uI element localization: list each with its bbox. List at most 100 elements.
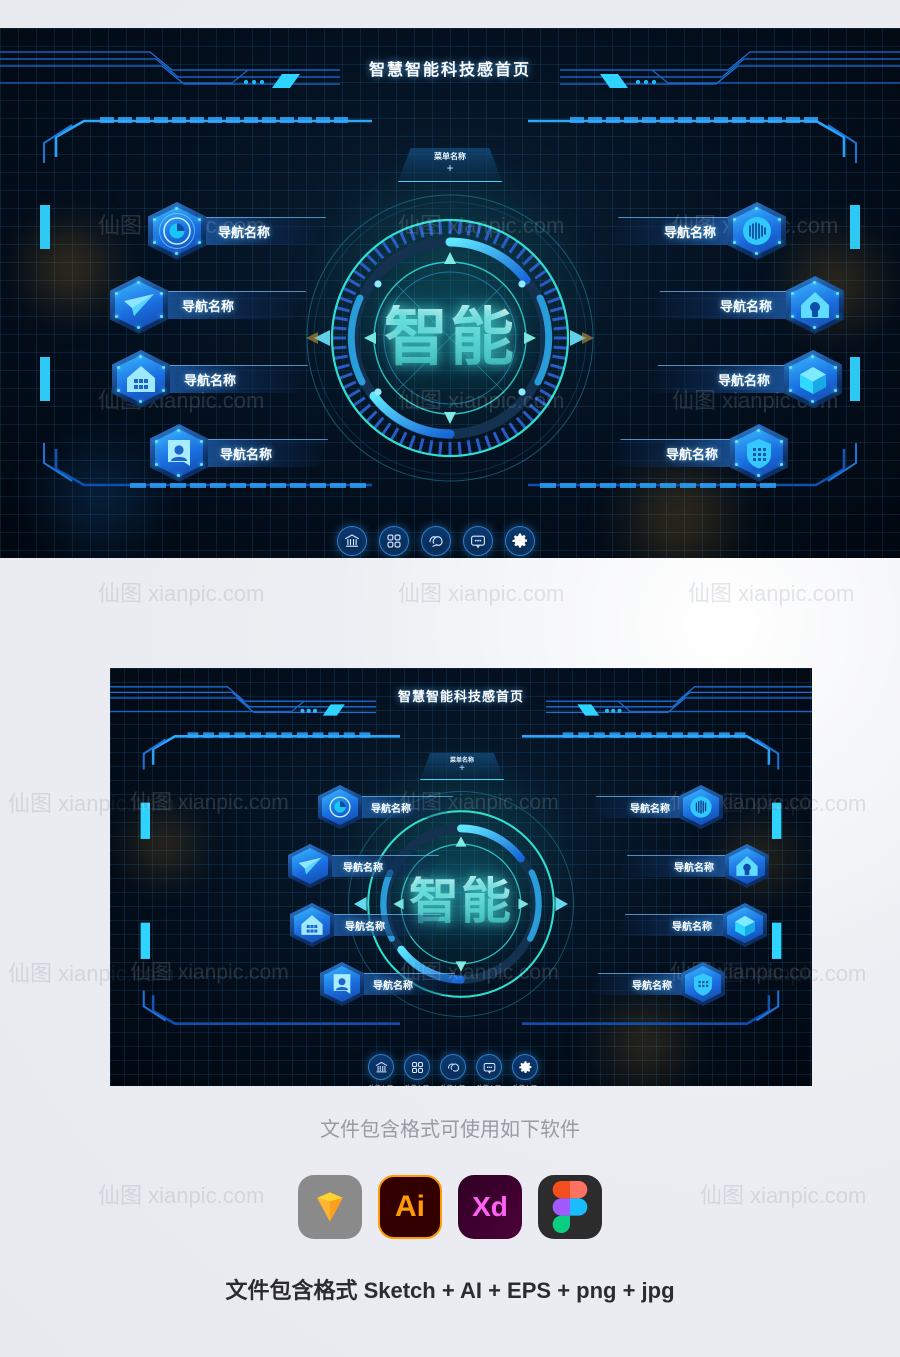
nav-pill[interactable]: 导航名称 bbox=[616, 914, 732, 936]
hex-dot bbox=[757, 474, 760, 477]
function-entry-4[interactable]: 功能入口 bbox=[463, 526, 493, 558]
nav-right-item-1[interactable]: 导航名称 bbox=[588, 785, 723, 829]
nav-pill[interactable]: 导航名称 bbox=[646, 365, 796, 393]
function-entry-2-button[interactable] bbox=[404, 1054, 430, 1080]
function-entry-4-button[interactable] bbox=[463, 526, 493, 556]
watermark: 仙图 xianpic.com bbox=[398, 581, 565, 606]
hex-dot bbox=[200, 463, 203, 466]
preview-panel-primary: 智慧智能科技感首页 菜单名称 + 智能 导航名称 导航名称 导航名称 导航名称 … bbox=[0, 28, 900, 558]
nav-icon-hex[interactable] bbox=[728, 202, 786, 260]
nav-left-item-2[interactable]: 导航名称 bbox=[288, 844, 439, 888]
nav-pill[interactable]: 导航名称 bbox=[194, 217, 326, 245]
function-entry-1[interactable]: 功能入口 bbox=[337, 526, 367, 558]
function-entry-5[interactable]: 功能入口 bbox=[505, 526, 535, 558]
nav-right-item-3[interactable]: 导航名称 bbox=[646, 350, 842, 408]
hex-dot bbox=[780, 463, 783, 466]
nav-icon-hex[interactable] bbox=[730, 424, 788, 482]
fingerprint-icon bbox=[690, 796, 712, 818]
nav-left-item-4[interactable]: 导航名称 bbox=[150, 424, 328, 482]
nav-right-item-4[interactable]: 导航名称 bbox=[610, 424, 788, 482]
menu-tab-plus: + bbox=[459, 763, 465, 774]
hex-dot bbox=[175, 252, 178, 255]
nav-icon-hex[interactable] bbox=[679, 785, 723, 829]
nav-pill[interactable]: 导航名称 bbox=[618, 855, 734, 877]
hex-dot bbox=[780, 440, 783, 443]
nav-left-item-1-label: 导航名称 bbox=[371, 804, 411, 815]
nav-icon-hex[interactable] bbox=[148, 202, 206, 260]
nav-left-item-4[interactable]: 导航名称 bbox=[320, 962, 455, 1006]
nav-pill[interactable]: 导航名称 bbox=[608, 217, 740, 245]
nav-icon-hex[interactable] bbox=[150, 424, 208, 482]
function-entry-4[interactable]: 功能入口 bbox=[476, 1054, 502, 1086]
app-icon-xd: Xd bbox=[458, 1175, 522, 1239]
hex-dot bbox=[162, 389, 165, 392]
nav-right-item-4-label: 导航名称 bbox=[632, 981, 672, 992]
nav-pill[interactable]: 导航名称 bbox=[610, 439, 742, 467]
function-entry-1-button[interactable] bbox=[368, 1054, 394, 1080]
preview-panel-secondary: 智慧智能科技感首页 菜单名称 + 智能 导航名称 导航名称 导航名称 导航名称 … bbox=[110, 668, 812, 1086]
nav-right-item-2[interactable]: 导航名称 bbox=[618, 844, 769, 888]
watermark: 仙图 xianpic.com bbox=[130, 791, 289, 814]
nav-icon-hex[interactable] bbox=[786, 276, 844, 334]
nav-icon-hex[interactable] bbox=[681, 962, 725, 1006]
nav-pill[interactable]: 导航名称 bbox=[588, 796, 688, 818]
function-entry-2-button[interactable] bbox=[379, 526, 409, 556]
menu-tab[interactable]: 菜单名称 + bbox=[420, 753, 504, 780]
building-home-icon bbox=[301, 915, 323, 935]
nav-pill[interactable]: 导航名称 bbox=[648, 291, 798, 319]
software-icon-row: Ai Xd bbox=[0, 1175, 900, 1239]
nav-pill[interactable]: 导航名称 bbox=[355, 973, 455, 995]
bank-icon bbox=[344, 534, 360, 547]
nav-icon-hex[interactable] bbox=[320, 962, 364, 1006]
hex-dot bbox=[811, 400, 814, 403]
nav-pill[interactable]: 导航名称 bbox=[590, 973, 690, 995]
nav-left-item-2[interactable]: 导航名称 bbox=[110, 276, 306, 334]
hex-dot bbox=[153, 241, 156, 244]
function-entry-3[interactable]: 功能入口 bbox=[421, 526, 451, 558]
nav-right-item-2[interactable]: 导航名称 bbox=[648, 276, 844, 334]
function-entry-1-label: 功能入口 bbox=[369, 1083, 393, 1086]
nav-icon-hex[interactable] bbox=[112, 350, 170, 408]
function-entry-2[interactable]: 功能入口 bbox=[404, 1054, 430, 1086]
nav-icon-hex[interactable] bbox=[723, 903, 767, 947]
function-entry-5-button[interactable] bbox=[505, 526, 535, 556]
nav-icon-hex[interactable] bbox=[784, 350, 842, 408]
nav-icon-hex[interactable] bbox=[290, 903, 334, 947]
menu-tab[interactable]: 菜单名称 + bbox=[398, 148, 502, 182]
nav-right-item-1-label: 导航名称 bbox=[663, 225, 716, 240]
nav-pill[interactable]: 导航名称 bbox=[325, 914, 441, 936]
function-entry-3-button[interactable] bbox=[421, 526, 451, 556]
nav-right-item-3[interactable]: 导航名称 bbox=[616, 903, 767, 947]
nav-left-item-3[interactable]: 导航名称 bbox=[112, 350, 308, 408]
nav-icon-hex[interactable] bbox=[318, 785, 362, 829]
function-entry-5-button[interactable] bbox=[512, 1054, 538, 1080]
nav-right-item-1[interactable]: 导航名称 bbox=[608, 202, 786, 260]
nav-icon-hex[interactable] bbox=[288, 844, 332, 888]
nav-left-item-3-label: 导航名称 bbox=[345, 922, 385, 933]
nav-pill[interactable]: 导航名称 bbox=[158, 365, 308, 393]
function-entry-1[interactable]: 功能入口 bbox=[368, 1054, 394, 1086]
function-entry-3-button[interactable] bbox=[440, 1054, 466, 1080]
nav-right-item-4[interactable]: 导航名称 bbox=[590, 962, 725, 1006]
hex-dot bbox=[175, 207, 178, 210]
hex-dot bbox=[733, 241, 736, 244]
nav-pill[interactable]: 导航名称 bbox=[353, 796, 453, 818]
function-entry-3[interactable]: 功能入口 bbox=[440, 1054, 466, 1086]
nav-pill[interactable]: 导航名称 bbox=[196, 439, 328, 467]
nav-left-item-3[interactable]: 导航名称 bbox=[290, 903, 441, 947]
nav-right-item-2-label: 导航名称 bbox=[719, 299, 772, 314]
function-entry-5[interactable]: 功能入口 bbox=[512, 1054, 538, 1086]
nav-pill[interactable]: 导航名称 bbox=[323, 855, 439, 877]
function-entry-1-button[interactable] bbox=[337, 526, 367, 556]
nav-pill[interactable]: 导航名称 bbox=[156, 291, 306, 319]
nav-left-item-1[interactable]: 导航名称 bbox=[148, 202, 326, 260]
cube-icon bbox=[735, 915, 755, 937]
function-entry-2[interactable]: 功能入口 bbox=[379, 526, 409, 558]
nav-icon-hex[interactable] bbox=[725, 844, 769, 888]
nav-left-item-1[interactable]: 导航名称 bbox=[318, 785, 453, 829]
nav-icon-hex[interactable] bbox=[110, 276, 168, 334]
house-lock-icon bbox=[736, 856, 758, 876]
footer-caption: 文件包含格式可使用如下软件 bbox=[320, 1119, 580, 1141]
function-entry-4-button[interactable] bbox=[476, 1054, 502, 1080]
function-entry-3-label: 功能入口 bbox=[441, 1083, 465, 1086]
